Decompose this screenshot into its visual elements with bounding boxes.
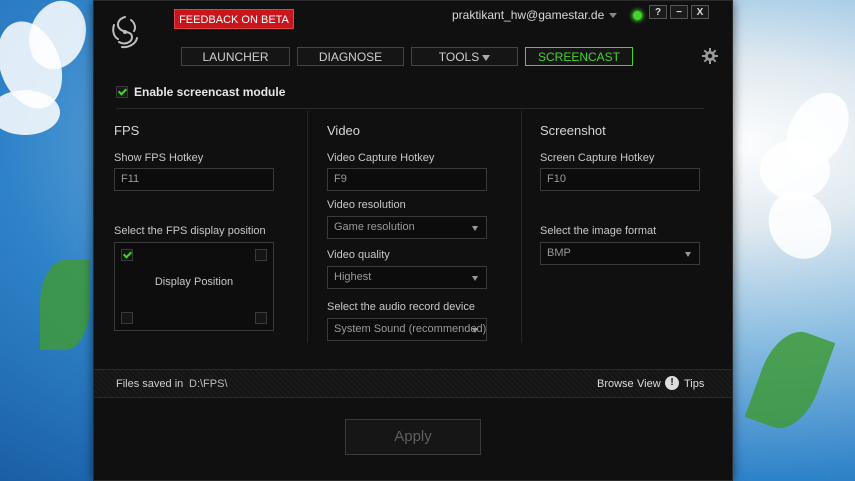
tab-tools-label: TOOLS [438,50,480,64]
column-divider [521,111,522,343]
tab-launcher[interactable]: LAUNCHER [181,47,290,66]
minimize-button[interactable]: − [670,5,688,19]
files-footer-bar: Files saved in D:\FPS\ Browse View ! Tip… [94,369,732,398]
tips-link[interactable]: Tips [684,378,704,390]
fps-position-selector: Display Position [114,242,274,331]
files-saved-label: Files saved in [116,378,184,390]
browse-link[interactable]: Browse [597,378,634,390]
razer-app-window: FEEDBACK ON BETA praktikant_hw@gamestar.… [93,0,733,481]
tab-screencast[interactable]: SCREENCAST [525,47,633,66]
column-divider [307,111,308,343]
video-hotkey-input[interactable]: F9 [327,168,487,191]
tab-diagnose[interactable]: DIAGNOSE [297,47,404,66]
save-path: D:\FPS\ [189,378,228,390]
main-tabs: LAUNCHER DIAGNOSE TOOLS SCREENCAST [181,47,633,66]
online-status-icon [632,9,644,21]
video-hotkey-label: Video Capture Hotkey [327,152,435,164]
image-format-label: Select the image format [540,225,657,237]
audio-device-select[interactable]: System Sound (recommended) [327,318,487,341]
dropdown-arrow-icon [482,54,491,61]
fps-title: FPS [114,123,140,138]
feedback-on-beta-button[interactable]: FEEDBACK ON BETA [174,9,294,29]
enable-screencast-toggle[interactable]: Enable screencast module [116,85,285,99]
video-resolution-label: Video resolution [327,199,406,211]
view-link[interactable]: View [637,378,661,390]
account-menu[interactable]: praktikant_hw@gamestar.de [452,7,644,23]
help-button[interactable]: ? [649,5,667,19]
video-quality-select[interactable]: Highest [327,266,487,289]
fps-hotkey-input[interactable]: F11 [114,168,274,191]
tab-tools[interactable]: TOOLS [411,47,518,66]
audio-device-label: Select the audio record device [327,301,475,313]
account-email: praktikant_hw@gamestar.de [452,8,605,22]
position-top-left-checkbox[interactable] [121,249,133,261]
razer-logo-icon [112,16,138,49]
screen-capture-hotkey-label: Screen Capture Hotkey [540,152,655,164]
info-icon: ! [665,376,679,390]
chevron-down-icon [609,12,618,18]
fps-hotkey-label: Show FPS Hotkey [114,152,204,164]
screenshot-title: Screenshot [540,123,606,138]
fps-position-label: Select the FPS display position [114,225,266,237]
gear-icon[interactable] [702,48,718,64]
enable-checkbox[interactable] [116,86,128,98]
close-button[interactable]: X [691,5,709,19]
position-top-right-checkbox[interactable] [255,249,267,261]
display-position-text: Display Position [154,276,234,288]
video-resolution-select[interactable]: Game resolution [327,216,487,239]
position-bottom-left-checkbox[interactable] [121,312,133,324]
video-quality-label: Video quality [327,249,390,261]
enable-screencast-label: Enable screencast module [134,85,286,99]
image-format-select[interactable]: BMP [540,242,700,265]
screen-capture-hotkey-input[interactable]: F10 [540,168,700,191]
position-bottom-right-checkbox[interactable] [255,312,267,324]
video-title: Video [327,123,361,138]
apply-button[interactable]: Apply [345,419,481,455]
divider [116,108,704,109]
